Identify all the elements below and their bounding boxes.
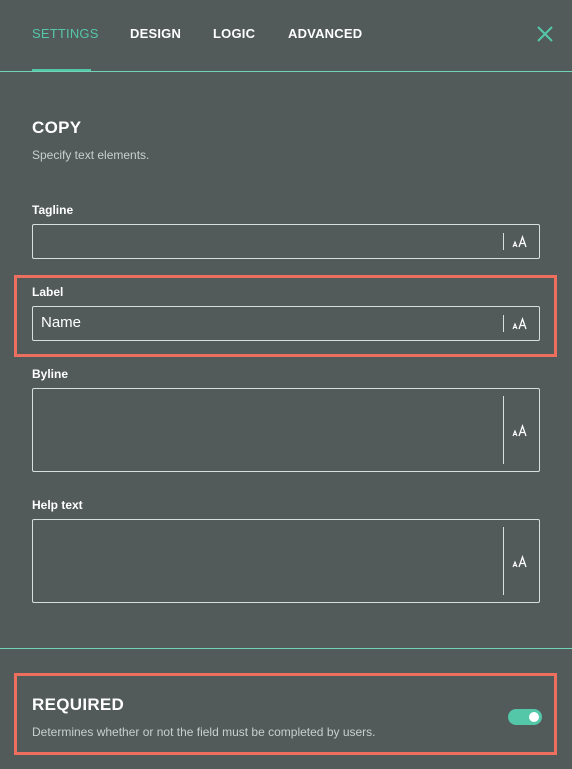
required-section-title: REQUIRED	[32, 695, 125, 714]
text-size-icon[interactable]	[512, 424, 528, 438]
field-separator	[503, 396, 504, 464]
tab-logic[interactable]: LOGIC	[213, 26, 255, 41]
required-toggle[interactable]	[508, 709, 542, 725]
byline-label: Byline	[32, 367, 69, 381]
field-separator	[503, 315, 504, 332]
close-icon[interactable]	[536, 25, 554, 43]
field-separator	[503, 233, 504, 250]
label-label: Label	[32, 285, 64, 299]
active-tab-indicator	[32, 69, 91, 71]
text-size-icon[interactable]	[512, 235, 528, 249]
section-divider	[0, 648, 572, 649]
tagline-label: Tagline	[32, 203, 74, 217]
text-size-icon[interactable]	[512, 317, 528, 331]
copy-section-title: COPY	[32, 118, 82, 137]
help-text-textarea[interactable]	[32, 519, 540, 603]
copy-section-description: Specify text elements.	[32, 148, 150, 162]
tab-advanced[interactable]: ADVANCED	[288, 26, 362, 41]
text-size-icon[interactable]	[512, 555, 528, 569]
help-text-label: Help text	[32, 498, 83, 512]
tab-settings[interactable]: SETTINGS	[32, 26, 99, 41]
required-section-description: Determines whether or not the field must…	[32, 725, 376, 739]
tab-design[interactable]: DESIGN	[130, 26, 181, 41]
label-value: Name	[41, 314, 82, 331]
field-separator	[503, 527, 504, 595]
byline-textarea[interactable]	[32, 388, 540, 472]
label-input[interactable]: Name	[32, 306, 540, 341]
tagline-input[interactable]	[32, 224, 540, 259]
toggle-knob	[529, 712, 539, 722]
tab-bar: SETTINGS DESIGN LOGIC ADVANCED	[0, 0, 572, 72]
